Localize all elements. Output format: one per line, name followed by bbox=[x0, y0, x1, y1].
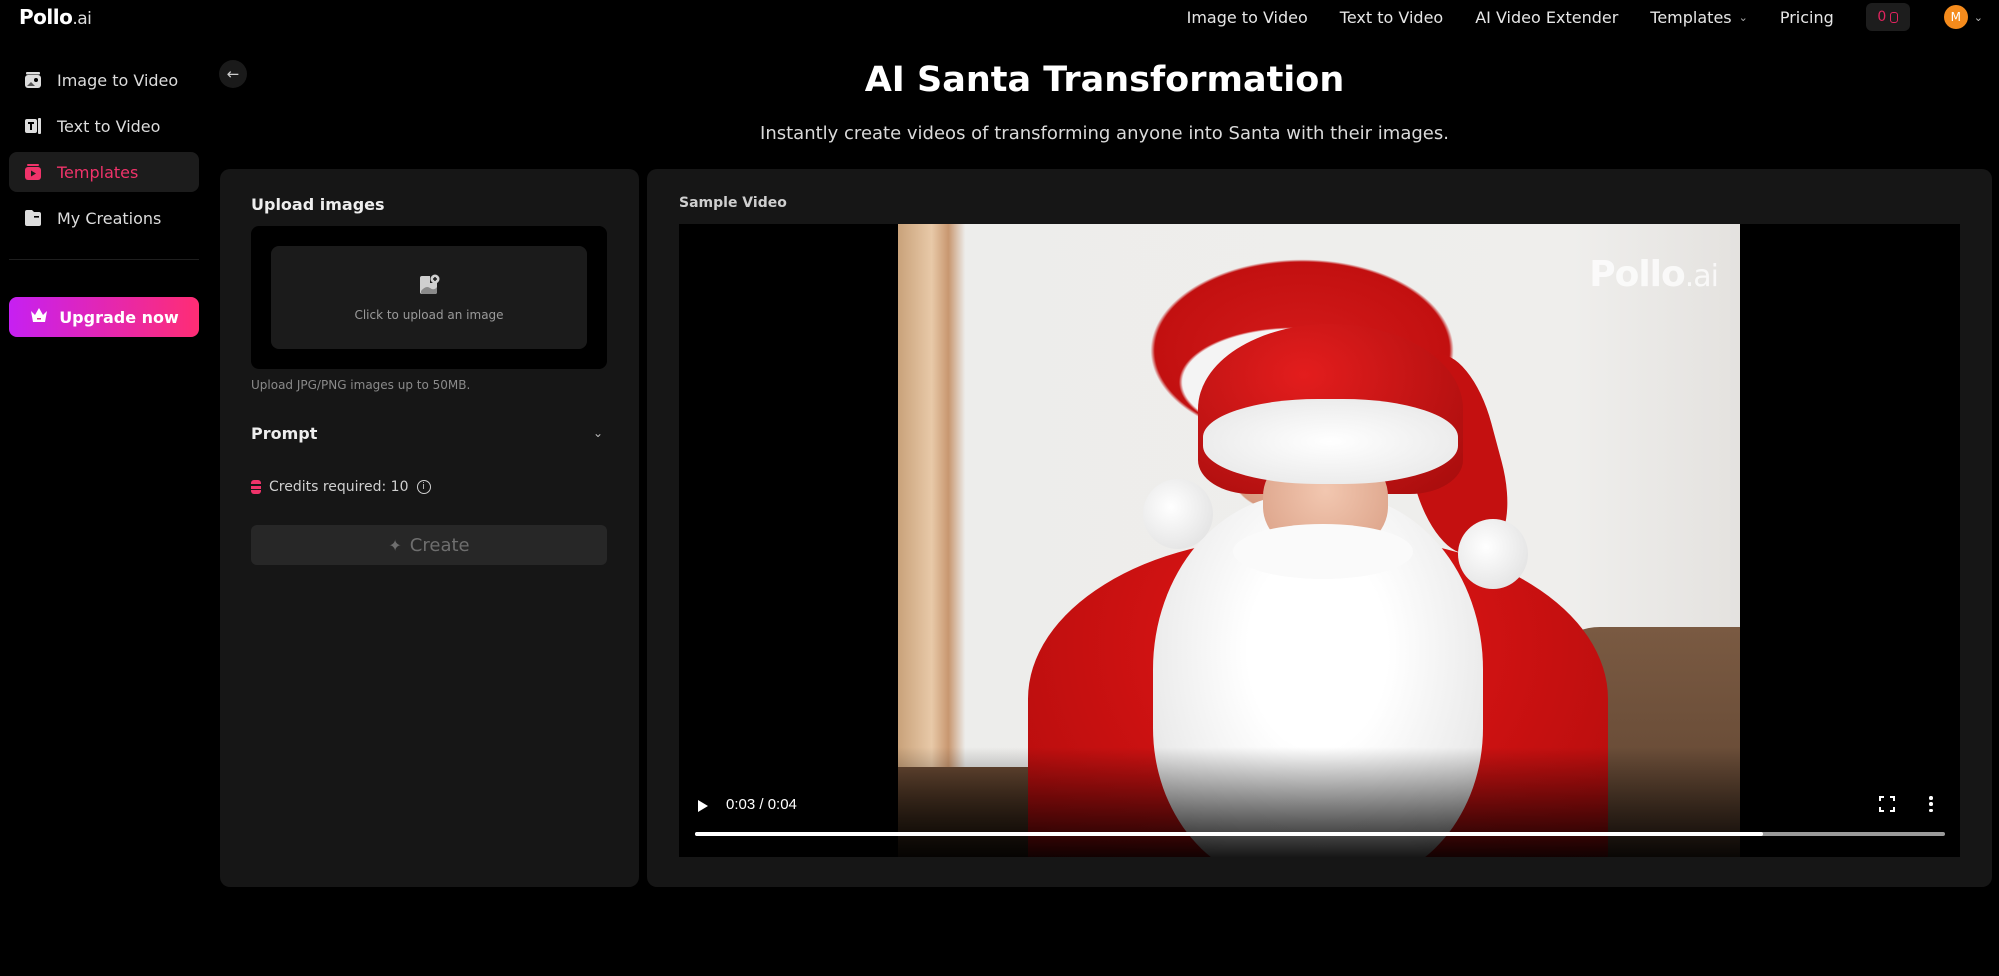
video-progress-fill bbox=[695, 832, 1763, 836]
top-bar: Pollo.ai Image to Video Text to Video AI… bbox=[0, 0, 1999, 34]
generation-form-panel: Upload images Click to upload an image U… bbox=[220, 169, 639, 887]
upload-cta: Click to upload an image bbox=[354, 307, 504, 322]
nav-label: AI Video Extender bbox=[1475, 7, 1619, 27]
sample-video-panel: Sample Video Pollo.ai 0:03 / 0:04 bbox=[647, 169, 1992, 887]
folder-icon bbox=[23, 208, 43, 228]
fullscreen-icon bbox=[1879, 796, 1895, 812]
nav-text-to-video[interactable]: Text to Video bbox=[1340, 8, 1443, 27]
sample-video-label: Sample Video bbox=[679, 195, 787, 211]
coin-icon bbox=[1890, 11, 1899, 23]
play-button[interactable] bbox=[696, 798, 710, 812]
prompt-label: Prompt bbox=[251, 423, 318, 443]
nav-templates-dropdown[interactable]: Templates ⌄ bbox=[1650, 8, 1748, 27]
credits-count: 0 bbox=[1877, 9, 1887, 25]
video-scene bbox=[1143, 479, 1213, 549]
avatar[interactable]: M bbox=[1943, 5, 1968, 29]
prompt-toggle[interactable]: Prompt ⌄ bbox=[251, 421, 607, 445]
upload-hint: Upload JPG/PNG images up to 50MB. bbox=[251, 378, 471, 392]
credits-label: Credits required: 10 bbox=[269, 479, 409, 495]
video-time: 0:03 / 0:04 bbox=[726, 796, 797, 813]
create-button[interactable]: ✦ Create bbox=[251, 525, 607, 565]
video-scene bbox=[1203, 399, 1458, 484]
page-subtitle: Instantly create videos of transforming … bbox=[760, 123, 1449, 144]
upgrade-label: Upgrade now bbox=[59, 307, 179, 327]
chevron-down-icon: ⌄ bbox=[592, 426, 603, 440]
sidebar-item-templates[interactable]: Templates bbox=[9, 152, 199, 192]
sparkle-icon: ✦ bbox=[388, 535, 402, 555]
nav-label: Templates bbox=[1650, 7, 1732, 27]
video-watermark: Pollo.ai bbox=[1589, 254, 1719, 295]
nav-label: Text to Video bbox=[1339, 7, 1444, 27]
upload-area: Click to upload an image bbox=[251, 226, 607, 369]
sidebar-item-my-creations[interactable]: My Creations bbox=[9, 198, 199, 238]
dot bbox=[1929, 796, 1933, 800]
upload-dropzone[interactable]: Click to upload an image bbox=[271, 246, 587, 349]
sidebar-item-label: My Creations bbox=[57, 208, 162, 228]
coin-icon bbox=[251, 480, 261, 494]
nav-image-to-video[interactable]: Image to Video bbox=[1187, 8, 1308, 27]
upload-heading: Upload images bbox=[251, 195, 385, 214]
credits-badge[interactable]: 0 bbox=[1865, 3, 1910, 31]
sidebar-item-label: Templates bbox=[57, 162, 139, 182]
info-icon[interactable]: i bbox=[416, 480, 431, 494]
create-label: Create bbox=[409, 534, 470, 556]
brand-suffix: .ai bbox=[72, 9, 92, 29]
add-image-icon bbox=[417, 274, 441, 300]
nav-label: Image to Video bbox=[1186, 7, 1308, 27]
brand-name: Pollo bbox=[19, 5, 73, 29]
video-player[interactable]: Pollo.ai 0:03 / 0:04 bbox=[679, 224, 1960, 857]
page-title: AI Santa Transformation bbox=[864, 60, 1345, 100]
nav-ai-video-extender[interactable]: AI Video Extender bbox=[1475, 8, 1618, 27]
dot bbox=[1929, 808, 1933, 812]
upgrade-button[interactable]: Upgrade now bbox=[9, 297, 199, 337]
nav-pricing[interactable]: Pricing bbox=[1780, 8, 1834, 27]
chevron-down-icon: ⌄ bbox=[1738, 10, 1748, 24]
nav-label: Pricing bbox=[1779, 7, 1834, 27]
crown-icon bbox=[29, 306, 49, 328]
fullscreen-button[interactable] bbox=[1879, 796, 1895, 812]
sidebar-divider bbox=[9, 259, 199, 260]
watermark-suffix: .ai bbox=[1684, 259, 1719, 294]
credits-required: Credits required: 10 i bbox=[251, 479, 431, 495]
video-scene bbox=[1458, 519, 1528, 589]
dot bbox=[1929, 802, 1933, 806]
video-progress-bar[interactable] bbox=[695, 832, 1945, 836]
more-options-button[interactable] bbox=[1926, 794, 1936, 814]
watermark-name: Pollo bbox=[1589, 254, 1686, 295]
video-scene bbox=[1233, 524, 1413, 579]
brand-logo[interactable]: Pollo.ai bbox=[19, 5, 92, 29]
play-icon bbox=[698, 800, 708, 812]
top-nav: Image to Video Text to Video AI Video Ex… bbox=[1187, 0, 1999, 34]
templates-icon bbox=[23, 162, 43, 182]
chevron-down-icon[interactable]: ⌄ bbox=[1974, 11, 1983, 24]
video-controls-shade bbox=[679, 747, 1960, 857]
